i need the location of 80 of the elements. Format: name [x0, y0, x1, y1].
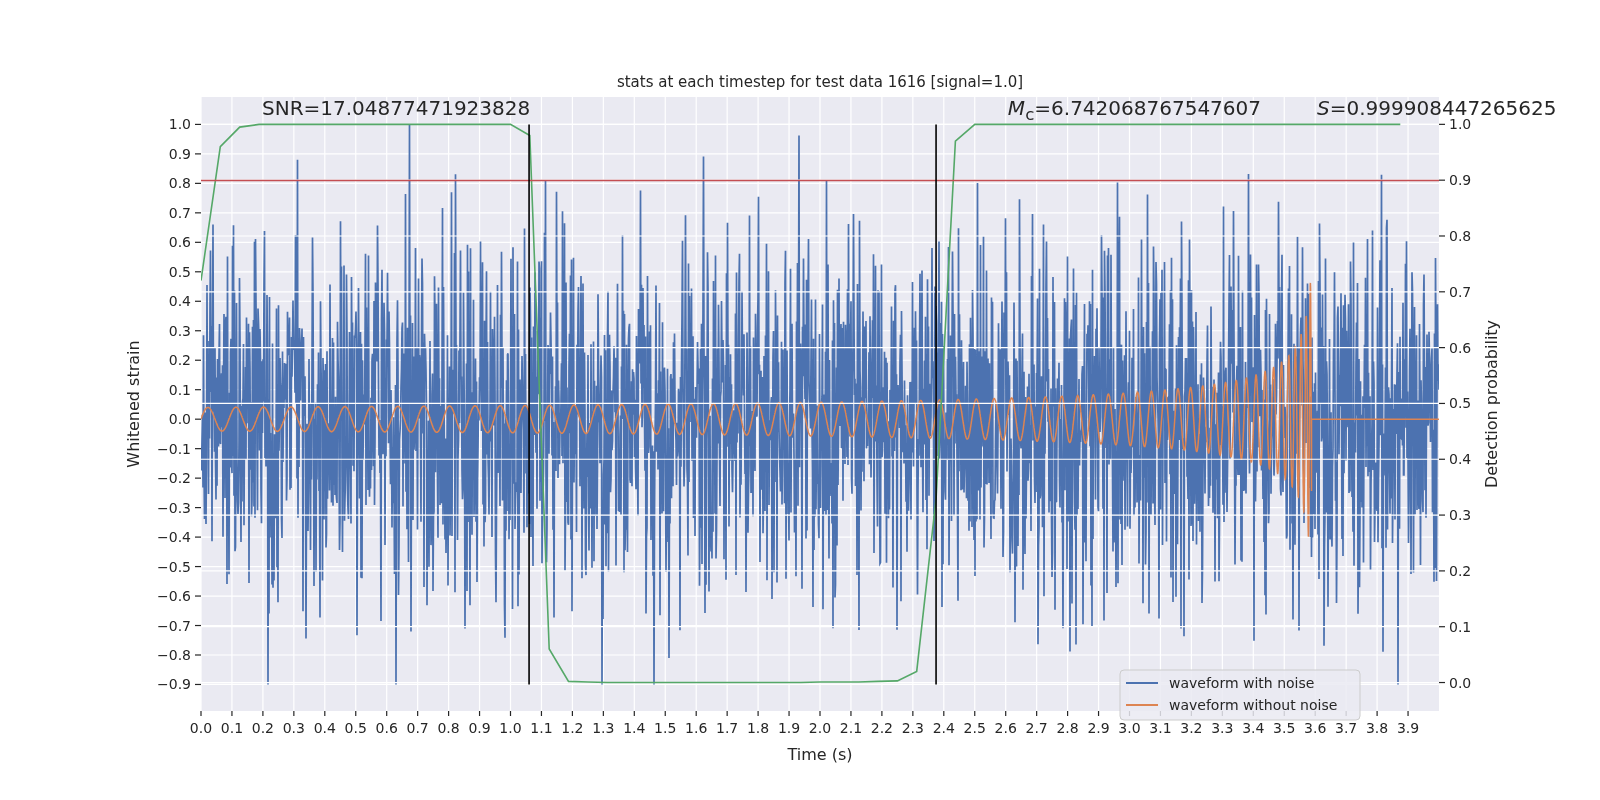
tick-label: 0.0 [168, 411, 191, 428]
tick-label: −0.6 [157, 588, 191, 605]
tick-label: 0.2 [1449, 562, 1472, 579]
tick-label: 0.0 [189, 720, 213, 736]
y-axis-label: Detection probability [1482, 319, 1501, 489]
tick-label: 0.1 [1449, 618, 1472, 635]
y-axis-label: Whitened strain [124, 340, 143, 468]
tick-label: 0.9 [468, 720, 491, 736]
tick-label: −0.3 [157, 499, 191, 516]
tick-label: 3.8 [1365, 720, 1389, 736]
tick-label: 1.5 [654, 720, 677, 736]
tick-label: 3.9 [1396, 720, 1420, 736]
tick-label: 2.1 [839, 720, 863, 736]
tick-label: −0.9 [157, 676, 191, 693]
tick-label: 0.7 [168, 204, 191, 221]
tick-label: 0.7 [406, 720, 429, 736]
tick-label: 0.5 [168, 263, 191, 280]
tick-label: −0.2 [157, 470, 191, 487]
tick-label: 0.7 [1449, 283, 1472, 300]
tick-label: 1.9 [777, 720, 801, 736]
tick-label: 1.7 [716, 720, 739, 736]
tick-label: 2.8 [1056, 720, 1079, 736]
tick-label: 2.6 [994, 720, 1017, 736]
tick-label: −0.7 [157, 617, 191, 634]
tick-label: 2.9 [1087, 720, 1110, 736]
tick-label: −0.5 [157, 558, 191, 575]
tick-label: 0.6 [375, 720, 398, 736]
tick-label: 1.0 [168, 116, 191, 133]
tick-label: 0.5 [1449, 395, 1472, 412]
tick-label: 2.2 [870, 720, 894, 736]
tick-label: 0.1 [168, 381, 191, 398]
tick-label: 0.8 [168, 175, 191, 192]
tick-label: 3.2 [1180, 720, 1203, 736]
tick-label: 3.7 [1335, 720, 1358, 736]
x-axis-label: Time (s) [787, 745, 853, 764]
tick-label: 3.6 [1304, 720, 1327, 736]
tick-label: 0.5 [344, 720, 367, 736]
tick-label: 0.3 [1449, 507, 1472, 524]
tick-label: 0.6 [1449, 339, 1472, 356]
tick-label: 1.2 [561, 720, 584, 736]
tick-label: 2.5 [963, 720, 986, 736]
tick-label: 1.6 [685, 720, 708, 736]
tick-label: 3.1 [1149, 720, 1172, 736]
tick-label: 2.0 [808, 720, 832, 736]
tick-label: 3.4 [1242, 720, 1265, 736]
tick-label: −0.8 [157, 647, 191, 663]
legend-label: waveform with noise [1169, 675, 1315, 691]
tick-label: 0.2 [168, 352, 191, 369]
tick-label: 2.3 [901, 720, 924, 736]
tick-label: 1.0 [1449, 116, 1472, 133]
tick-label: 2.7 [1025, 720, 1048, 736]
tick-label: 0.0 [1449, 674, 1472, 691]
tick-label: 1.3 [592, 720, 615, 736]
tick-label: −0.4 [157, 529, 191, 546]
tick-label: 0.4 [168, 293, 191, 310]
tick-label: 0.9 [168, 145, 191, 162]
annotation-text: S=0.999908447265625 [1317, 98, 1557, 119]
tick-label: 0.8 [1449, 228, 1472, 244]
tick-label: 0.3 [168, 322, 191, 339]
tick-label: 0.4 [1449, 451, 1472, 468]
annotation-text: M$_{c}$=6.742068767547607 [1007, 98, 1261, 123]
tick-label: 0.6 [168, 234, 191, 251]
tick-label: 1.4 [623, 720, 646, 736]
tick-label: 0.4 [313, 720, 336, 736]
tick-label: 0.2 [251, 720, 275, 736]
tick-label: 0.9 [1449, 172, 1472, 189]
tick-label: 3.3 [1211, 720, 1234, 736]
tick-label: 3.5 [1273, 720, 1296, 736]
chart-title: stats at each timestep for test data 1616 [signal=1.0] [616, 73, 1024, 91]
tick-label: 2.4 [932, 720, 955, 736]
tick-label: 1.1 [530, 720, 553, 736]
annotation-text: SNR=17.04877471923828 [261, 98, 531, 119]
tick-label: 1.0 [499, 720, 522, 736]
tick-label: −0.1 [157, 440, 191, 457]
tick-label: 3.0 [1118, 720, 1141, 736]
tick-label: 0.3 [282, 720, 305, 736]
legend-label: waveform without noise [1169, 697, 1338, 713]
tick-label: 1.8 [746, 720, 770, 736]
tick-label: 0.1 [220, 720, 244, 736]
tick-label: 0.8 [437, 720, 460, 736]
